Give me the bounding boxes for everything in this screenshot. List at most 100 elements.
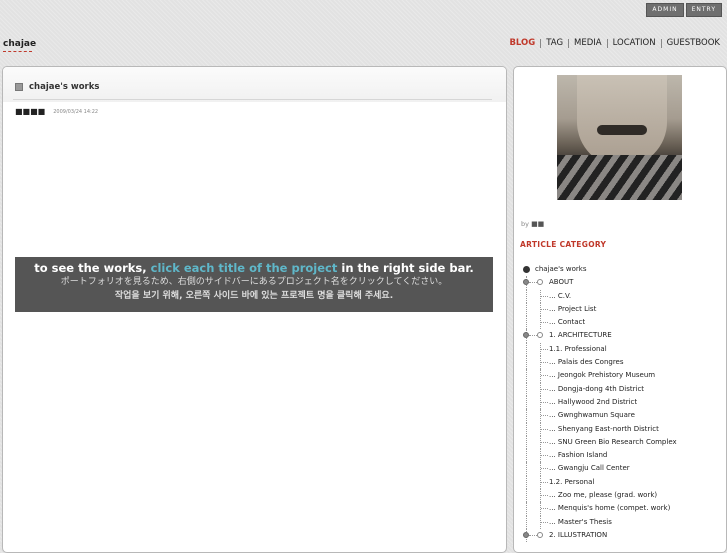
category-item-label[interactable]: 2. ILLUSTRATION xyxy=(549,529,607,542)
category-item[interactable]: ... Master's Thesis xyxy=(519,515,724,529)
nav-location[interactable]: LOCATION xyxy=(608,38,661,49)
tree-line xyxy=(526,449,528,463)
tree-line xyxy=(529,282,537,284)
tree-line xyxy=(526,515,528,529)
category-item-label[interactable]: ... Zoo me, please (grad. work) xyxy=(549,489,657,502)
tree-line xyxy=(529,534,537,536)
banner-text: to see the works, xyxy=(34,261,147,275)
category-item-label[interactable]: ... Menquis's home (compet. work) xyxy=(549,502,670,515)
category-item-label[interactable]: ... Gwnghwamun Square xyxy=(549,409,635,422)
tree-line xyxy=(526,502,528,516)
tree-line xyxy=(526,369,528,383)
category-tree: chajae's works ABOUT... C.V.... Project … xyxy=(519,263,724,543)
category-item-label[interactable]: ... Jeongok Prehistory Museum xyxy=(549,369,655,382)
tree-line xyxy=(541,348,548,350)
tree-line xyxy=(526,289,528,303)
banner-highlight: click each title of the project xyxy=(150,261,338,275)
category-item[interactable]: ... Project List xyxy=(519,302,724,317)
main-content: chajae's works ■■■■ 2009/03/24 14:22 to … xyxy=(2,66,507,553)
nav-media[interactable]: MEDIA xyxy=(569,38,607,49)
tree-line xyxy=(526,409,528,423)
category-item-label[interactable]: ... SNU Green Bio Research Complex xyxy=(549,436,677,449)
by-author: ■■ xyxy=(531,220,545,228)
category-item[interactable]: 1. ARCHITECTURE xyxy=(519,329,724,343)
category-item-label[interactable]: ... Fashion Island xyxy=(549,449,607,462)
category-item[interactable]: ... Zoo me, please (grad. work) xyxy=(519,489,724,503)
category-heading: ARTICLE CATEGORY xyxy=(520,240,607,249)
category-item[interactable]: ... Jeongok Prehistory Museum xyxy=(519,369,724,383)
tree-line xyxy=(541,441,548,443)
tree-line xyxy=(541,508,548,510)
category-item-label[interactable]: 1.2. Personal xyxy=(549,476,594,489)
byline: by ■■ xyxy=(521,220,544,228)
category-item[interactable]: 1.1. Professional xyxy=(519,342,724,357)
tree-line xyxy=(526,435,528,450)
category-item-label[interactable]: 1.1. Professional xyxy=(549,343,607,356)
category-root[interactable]: chajae's works xyxy=(519,263,724,276)
category-item[interactable]: 2. ILLUSTRATION xyxy=(519,528,724,543)
post-title[interactable]: chajae's works xyxy=(15,82,99,92)
post-title-text[interactable]: chajae's works xyxy=(29,82,99,92)
category-item-label[interactable]: ... Hallywood 2nd District xyxy=(549,396,637,409)
category-item[interactable]: ... Gwangju Call Center xyxy=(519,462,724,476)
face-shape xyxy=(577,75,667,167)
tree-line xyxy=(526,316,528,330)
category-item-label[interactable]: ... Gwangju Call Center xyxy=(549,462,630,475)
tree-line xyxy=(541,401,548,403)
category-item[interactable]: ... C.V. xyxy=(519,289,724,303)
tree-line xyxy=(541,428,548,430)
category-item-label[interactable]: ... Palais des Congres xyxy=(549,356,624,369)
folder-icon xyxy=(537,332,543,339)
category-item[interactable]: ... Hallywood 2nd District xyxy=(519,395,724,410)
folder-icon xyxy=(537,279,543,286)
nav-guestbook[interactable]: GUESTBOOK xyxy=(662,38,725,49)
tree-line xyxy=(526,395,528,410)
category-item-label[interactable]: ... Project List xyxy=(549,303,596,316)
category-item[interactable]: ... Fashion Island xyxy=(519,449,724,463)
tree-line xyxy=(541,455,548,457)
by-label: by xyxy=(521,220,529,228)
entry-button[interactable]: ENTRY xyxy=(685,3,722,17)
category-item-label[interactable]: ... Dongja-dong 4th District xyxy=(549,383,644,396)
category-item[interactable]: ... Gwnghwamun Square xyxy=(519,409,724,423)
post-date: 2009/03/24 14:22 xyxy=(53,108,99,115)
banner-japanese: ポートフォリオを見るため、右側のサイドバーにあるプロジェクト名をクリックしてくだ… xyxy=(60,277,448,287)
tree-line xyxy=(526,462,528,476)
tree-line xyxy=(541,481,548,483)
category-item[interactable]: ABOUT xyxy=(519,276,724,290)
category-item[interactable]: ... Palais des Congres xyxy=(519,356,724,370)
category-item[interactable]: ... Contact xyxy=(519,316,724,330)
tree-line xyxy=(541,322,548,324)
tree-line xyxy=(541,362,548,364)
mustache-shape xyxy=(597,125,647,135)
sidebar: by ■■ ARTICLE CATEGORY chajae's works AB… xyxy=(513,66,727,553)
category-item[interactable]: 1.2. Personal xyxy=(519,475,724,490)
category-item[interactable]: ... Shenyang East-north District xyxy=(519,422,724,436)
category-item-label[interactable]: 1. ARCHITECTURE xyxy=(549,329,612,342)
instruction-banner: to see the works, click each title of th… xyxy=(15,257,493,312)
category-item-label[interactable]: ABOUT xyxy=(549,276,573,289)
striped-shirt xyxy=(557,155,682,200)
category-item-label[interactable]: ... Master's Thesis xyxy=(549,516,612,529)
banner-english: to see the works, click each title of th… xyxy=(15,261,493,275)
tree-line xyxy=(541,295,548,297)
divider xyxy=(13,99,492,100)
category-item[interactable]: ... Menquis's home (compet. work) xyxy=(519,502,724,516)
tree-line xyxy=(526,342,528,357)
category-root-icon xyxy=(523,266,530,273)
tree-line xyxy=(541,415,548,417)
post-author: ■■■■ xyxy=(15,107,46,116)
category-item[interactable]: ... SNU Green Bio Research Complex xyxy=(519,435,724,450)
category-item[interactable]: ... Dongja-dong 4th District xyxy=(519,382,724,396)
category-item-label[interactable]: ... C.V. xyxy=(549,290,571,303)
site-title[interactable]: chajae xyxy=(3,39,36,49)
tree-line xyxy=(526,489,528,503)
category-item-label[interactable]: ... Shenyang East-north District xyxy=(549,423,659,436)
tree-line xyxy=(541,308,548,310)
nav-tag[interactable]: TAG xyxy=(541,38,568,49)
admin-button[interactable]: ADMIN xyxy=(646,3,684,17)
nav-blog[interactable]: BLOG xyxy=(504,38,540,49)
category-item-label[interactable]: ... Contact xyxy=(549,316,585,329)
category-root-label[interactable]: chajae's works xyxy=(535,263,587,276)
admin-bar: ADMIN ENTRY xyxy=(646,3,722,17)
